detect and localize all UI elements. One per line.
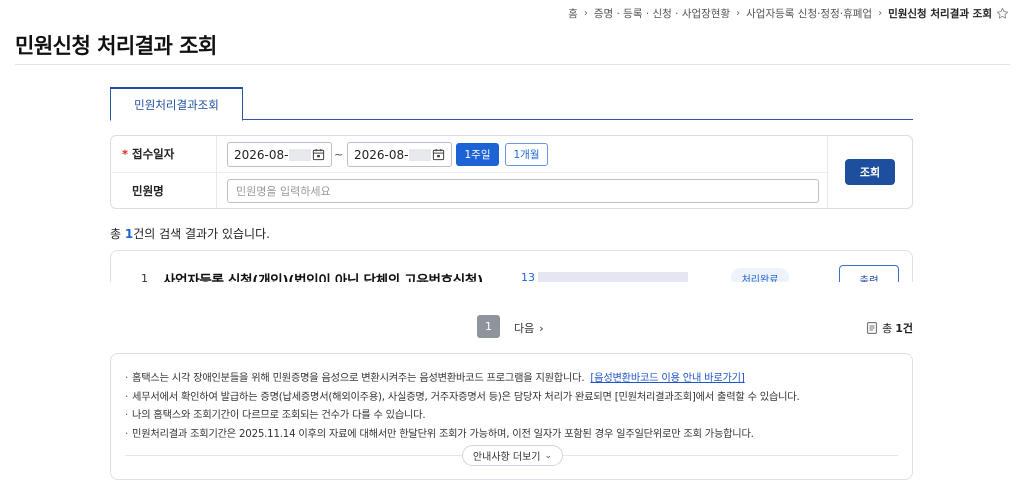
date-label: * 접수일자 <box>111 136 216 172</box>
masked-value <box>538 272 688 282</box>
one-week-button[interactable]: 1주일 <box>456 143 499 166</box>
notice-list: 홈택스는 시각 장애인분들을 위해 민원증명을 음성으로 변환시켜주는 음성변환… <box>125 370 800 444</box>
receipt-number: 13 <box>521 271 688 282</box>
calendar-icon[interactable] <box>432 148 445 161</box>
row-title[interactable]: 사업자등록 신청(개인)(법인이 아닌 단체의 고유번호신청) <box>163 269 483 282</box>
chevron-down-icon: ⌄ <box>544 450 553 461</box>
next-page-button[interactable]: 다음 › <box>514 320 544 336</box>
date-row: * 접수일자 2026-08- ~ 2026-08- 1주일 1개월 <box>111 136 827 172</box>
notice-box: 홈택스는 시각 장애인분들을 위해 민원증명을 음성으로 변환시켜주는 음성변환… <box>110 353 913 480</box>
breadcrumb-current: 민원신청 처리결과 조회 <box>888 7 992 20</box>
end-date-value: 2026-08- <box>354 147 409 162</box>
range-separator: ~ <box>334 148 344 161</box>
divider <box>827 136 828 208</box>
chevron-right-icon: › <box>583 7 588 19</box>
row-index: 1 <box>141 272 148 282</box>
tab-civil-result[interactable]: 민원처리결과조회 <box>110 87 243 121</box>
page-1-button[interactable]: 1 <box>477 315 500 338</box>
total-value: 1건 <box>895 322 913 335</box>
notice-item: 홈택스는 시각 장애인분들을 위해 민원증명을 음성으로 변환시켜주는 음성변환… <box>125 370 800 389</box>
search-form: * 접수일자 2026-08- ~ 2026-08- 1주일 1개월 민원명 조… <box>110 135 913 209</box>
status-badge: 처리완료 <box>731 268 789 282</box>
summary-suffix: 건의 검색 결과가 있습니다. <box>133 227 270 241</box>
next-label: 다음 <box>514 322 535 335</box>
date-label-text: 접수일자 <box>132 147 175 161</box>
tab-bar: 민원처리결과조회 <box>110 87 913 121</box>
name-label: 민원명 <box>132 184 164 198</box>
notice-item: 나의 홈택스와 조회기간이 다르므로 조회되는 건수가 다를 수 있습니다. <box>125 407 800 426</box>
document-icon <box>867 322 877 334</box>
breadcrumb: 홈 › 증명 · 등록 · 신청 · 사업장현황 › 사업자등록 신청·정정·휴… <box>568 6 1010 20</box>
search-button[interactable]: 조회 <box>845 159 895 185</box>
barcode-guide-link[interactable]: [음성변환바코드 이용 안내 바로가기] <box>590 373 744 384</box>
civil-name-input[interactable] <box>227 179 819 203</box>
breadcrumb-certificate[interactable]: 증명 · 등록 · 신청 · 사업장현황 <box>594 6 730 21</box>
print-button[interactable]: 출력 <box>839 265 899 282</box>
summary-prefix: 총 <box>110 227 125 241</box>
result-summary: 총 1건의 검색 결과가 있습니다. <box>110 225 270 242</box>
more-label: 안내사항 더보기 <box>472 452 541 463</box>
more-notice-button[interactable]: 안내사항 더보기 ⌄ <box>462 445 563 466</box>
notice-item: 민원처리결과 조회기간은 2025.11.14 이후의 자료에 대해서만 한달단… <box>125 426 800 445</box>
breadcrumb-business-registration[interactable]: 사업자등록 신청·정정·휴폐업 <box>746 6 872 21</box>
chevron-right-icon: › <box>539 321 544 335</box>
required-mark: * <box>122 147 129 161</box>
breadcrumb-home[interactable]: 홈 <box>568 6 578 21</box>
start-date-value: 2026-08- <box>234 147 289 162</box>
calendar-icon[interactable] <box>312 148 325 161</box>
result-row: 1 사업자등록 신청(개인)(법인이 아닌 단체의 고유번호신청) 13 처리완… <box>110 250 913 282</box>
total-count: 총 1건 <box>867 320 913 336</box>
page-title: 민원신청 처리결과 조회 <box>15 34 217 58</box>
star-icon[interactable] <box>996 6 1010 20</box>
masked-value <box>289 148 312 161</box>
chevron-right-icon: › <box>736 7 741 19</box>
notice-item: 세무서에서 확인하여 발급하는 증명(납세증명서(해외이주용), 사실증명, 거… <box>125 389 800 408</box>
one-month-button[interactable]: 1개월 <box>505 143 548 166</box>
start-date-field[interactable]: 2026-08- <box>227 142 332 167</box>
end-date-field[interactable]: 2026-08- <box>347 142 452 167</box>
masked-value <box>409 148 432 161</box>
result-count: 1 <box>124 227 134 241</box>
title-divider <box>15 64 1010 65</box>
total-prefix: 총 <box>882 322 893 335</box>
chevron-right-icon: › <box>878 7 883 19</box>
